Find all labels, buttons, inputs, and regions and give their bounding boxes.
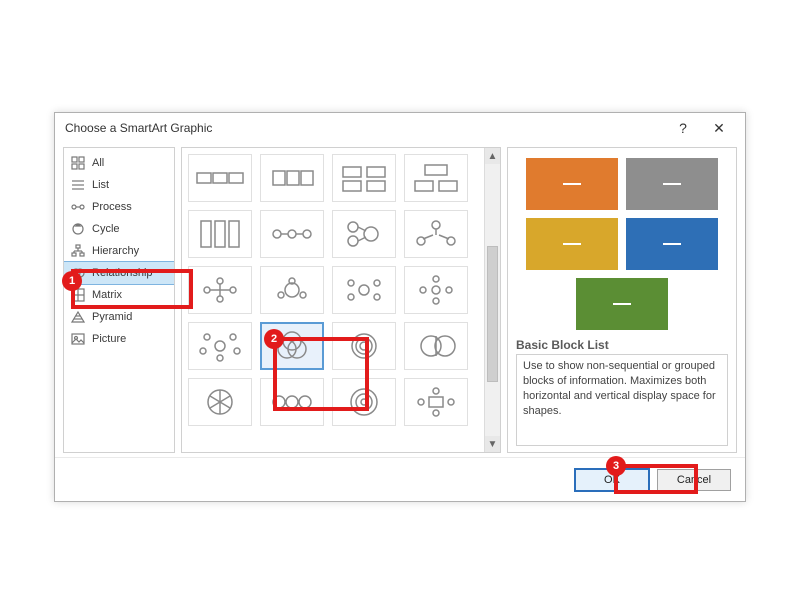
scroll-thumb[interactable] bbox=[487, 246, 498, 382]
all-icon bbox=[70, 155, 86, 171]
preview-block bbox=[526, 158, 618, 210]
scroll-down-icon[interactable]: ▼ bbox=[485, 436, 500, 452]
scroll-up-icon[interactable]: ▲ bbox=[485, 148, 500, 164]
category-cycle[interactable]: Cycle bbox=[64, 218, 174, 240]
list-icon bbox=[70, 177, 86, 193]
preview-title: Basic Block List bbox=[516, 338, 728, 352]
pyramid-icon bbox=[70, 309, 86, 325]
layout-thumb[interactable] bbox=[260, 266, 324, 314]
layout-thumb[interactable] bbox=[260, 378, 324, 426]
layout-thumb[interactable] bbox=[404, 266, 468, 314]
preview-pane: Basic Block List Use to show non-sequent… bbox=[507, 147, 737, 453]
category-all[interactable]: All bbox=[64, 152, 174, 174]
layout-thumb[interactable] bbox=[332, 154, 396, 202]
help-button[interactable]: ? bbox=[665, 116, 701, 140]
layout-thumb[interactable] bbox=[188, 266, 252, 314]
close-button[interactable]: ✕ bbox=[701, 116, 737, 140]
category-label: Relationship bbox=[92, 267, 153, 279]
category-label: Process bbox=[92, 201, 132, 213]
category-label: List bbox=[92, 179, 109, 191]
layout-gallery[interactable]: ▲ ▼ bbox=[181, 147, 501, 453]
category-list: All List Process Cycle Hierarchy Relatio… bbox=[63, 147, 175, 453]
preview-block bbox=[626, 218, 718, 270]
layout-thumb[interactable] bbox=[404, 378, 468, 426]
category-hierarchy[interactable]: Hierarchy bbox=[64, 240, 174, 262]
layout-thumb[interactable] bbox=[332, 210, 396, 258]
category-label: Picture bbox=[92, 333, 126, 345]
layout-thumb[interactable] bbox=[188, 322, 252, 370]
picture-icon bbox=[70, 331, 86, 347]
preview-block bbox=[626, 158, 718, 210]
layout-thumb[interactable] bbox=[332, 266, 396, 314]
cycle-icon bbox=[70, 221, 86, 237]
cancel-button[interactable]: Cancel bbox=[657, 469, 731, 491]
category-label: Pyramid bbox=[92, 311, 132, 323]
layout-thumb[interactable] bbox=[260, 154, 324, 202]
annotation-badge-3: 3 bbox=[606, 456, 626, 476]
category-pyramid[interactable]: Pyramid bbox=[64, 306, 174, 328]
dialog-content: All List Process Cycle Hierarchy Relatio… bbox=[55, 143, 745, 457]
category-label: Cycle bbox=[92, 223, 120, 235]
category-label: Hierarchy bbox=[92, 245, 139, 257]
layout-thumb[interactable] bbox=[404, 322, 468, 370]
process-icon bbox=[70, 199, 86, 215]
gallery-scrollbar[interactable]: ▲ ▼ bbox=[484, 148, 500, 452]
preview-blocks bbox=[516, 154, 728, 334]
preview-block bbox=[576, 278, 668, 330]
titlebar: Choose a SmartArt Graphic ? ✕ bbox=[55, 113, 745, 143]
dialog-title: Choose a SmartArt Graphic bbox=[65, 121, 665, 135]
layout-thumb[interactable] bbox=[188, 378, 252, 426]
layout-thumb[interactable] bbox=[332, 378, 396, 426]
smartart-dialog: Choose a SmartArt Graphic ? ✕ All List P… bbox=[54, 112, 746, 502]
category-picture[interactable]: Picture bbox=[64, 328, 174, 350]
scroll-track[interactable] bbox=[485, 164, 500, 436]
hierarchy-icon bbox=[70, 243, 86, 259]
layout-thumb[interactable] bbox=[188, 210, 252, 258]
layout-thumb[interactable] bbox=[404, 154, 468, 202]
layout-thumb[interactable] bbox=[404, 210, 468, 258]
category-list-item[interactable]: List bbox=[64, 174, 174, 196]
category-process[interactable]: Process bbox=[64, 196, 174, 218]
preview-block bbox=[526, 218, 618, 270]
layout-thumb[interactable] bbox=[332, 322, 396, 370]
layout-thumb[interactable] bbox=[188, 154, 252, 202]
preview-description: Use to show non-sequential or grouped bl… bbox=[516, 354, 728, 446]
category-label: Matrix bbox=[92, 289, 122, 301]
annotation-badge-2: 2 bbox=[264, 329, 284, 349]
category-matrix[interactable]: Matrix bbox=[64, 284, 174, 306]
category-label: All bbox=[92, 157, 104, 169]
dialog-footer: OK Cancel bbox=[55, 457, 745, 501]
annotation-badge-1: 1 bbox=[62, 271, 82, 291]
layout-thumb[interactable] bbox=[260, 210, 324, 258]
